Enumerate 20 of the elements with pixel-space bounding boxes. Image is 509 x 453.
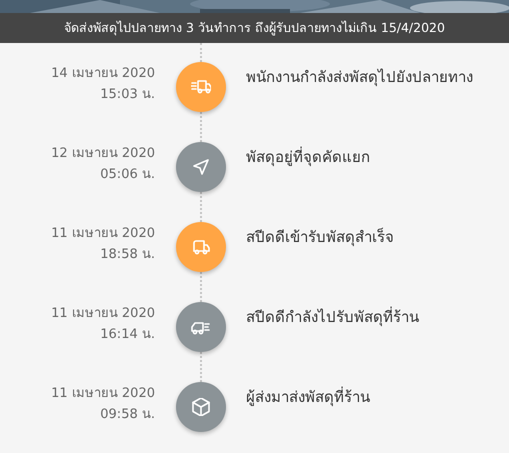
box-icon: [191, 398, 211, 416]
status-text: สปีดดีเข้ารับพัสดุสำเร็จ: [246, 226, 394, 248]
date-text: 14 เมษายน 2020: [50, 65, 155, 83]
time-text: 09:58 น.: [99, 406, 155, 424]
date-text: 11 เมษายน 2020: [50, 385, 155, 403]
time-text: 16:14 น.: [99, 326, 155, 344]
status-text: พัสดุอยู่ที่จุดคัดแยก: [246, 146, 370, 168]
status-text: สปีดดีกำลังไปรับพัสดุที่ร้าน: [246, 306, 419, 328]
date-text: 11 เมษายน 2020: [50, 305, 155, 323]
date-text: 11 เมษายน 2020: [50, 225, 155, 243]
status-text: ผู้ส่งมาส่งพัสดุที่ร้าน: [246, 386, 370, 408]
delivery-notice: จัดส่งพัสดุไปปลายทาง 3 วันทำการ ถึงผู้รับปลายทางไม่เกิน 15/4/2020: [0, 13, 509, 43]
status-text: พนักงานกำลังส่งพัสดุไปยังปลายทาง: [246, 67, 473, 88]
navigation-icon: [191, 158, 211, 176]
fast-truck-icon: [191, 78, 211, 96]
time-text: 15:03 น.: [99, 86, 155, 104]
time-text: 18:58 น.: [99, 246, 155, 264]
date-text: 12 เมษายน 2020: [50, 145, 155, 163]
time-text: 05:06 น.: [99, 166, 155, 184]
truck-icon: [191, 238, 211, 256]
